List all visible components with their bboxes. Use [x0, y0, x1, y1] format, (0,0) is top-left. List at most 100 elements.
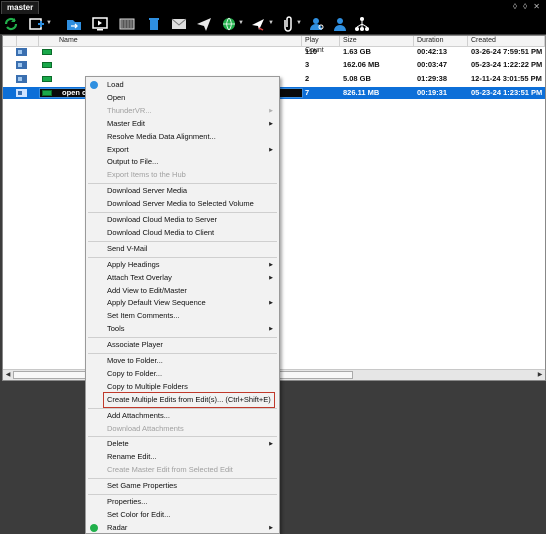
toolbar: ▼ ▼ ▼ ▼: [0, 14, 546, 34]
menu-item-tools[interactable]: Tools ▶: [86, 323, 279, 335]
column-header-duration[interactable]: Duration: [414, 36, 468, 46]
menu-separator: [88, 256, 277, 258]
menu-item-set-game-properties[interactable]: Set Game Properties: [86, 480, 279, 492]
menu-item-rename-edit[interactable]: Rename Edit...: [86, 451, 279, 463]
duration-cell: 01:29:38: [417, 74, 448, 83]
menu-item-open[interactable]: Open: [86, 92, 279, 104]
menu-item-move-to-folder[interactable]: Move to Folder...: [86, 355, 279, 367]
menu-item-label: Send V-Mail: [107, 243, 148, 253]
menu-item-associate-player[interactable]: Associate Player: [86, 339, 279, 351]
menu-item-add-attachments[interactable]: Add Attachments...: [86, 410, 279, 422]
chevron-down-icon[interactable]: ▼: [268, 20, 274, 26]
menu-separator: [88, 240, 277, 242]
tab-master[interactable]: master: [1, 1, 40, 14]
play-count-cell: 3: [305, 60, 310, 69]
submenu-arrow-icon: ▶: [269, 524, 273, 531]
menu-item-label: Copy to Multiple Folders: [107, 381, 188, 391]
menu-item-label: Copy to Folder...: [107, 368, 163, 378]
menu-item-radar[interactable]: Radar ▶: [86, 522, 279, 534]
size-cell: 5.08 GB: [343, 74, 371, 83]
duration-cell: 00:42:13: [417, 47, 448, 56]
column-header-icon[interactable]: [3, 36, 17, 46]
menu-item-copy-to-multiple-folders[interactable]: Copy to Multiple Folders: [86, 381, 279, 393]
scroll-left-button[interactable]: ◀: [3, 370, 13, 380]
chevron-down-icon[interactable]: ▼: [296, 20, 302, 26]
menu-item-add-view-to-edit-master[interactable]: Add View to Edit/Master: [86, 285, 279, 297]
menu-item-copy-to-folder[interactable]: Copy to Folder...: [86, 368, 279, 380]
name-cell: [59, 59, 299, 71]
menu-item-download-cloud-media-to-client[interactable]: Download Cloud Media to Client: [86, 227, 279, 239]
scroll-right-button[interactable]: ▶: [535, 370, 545, 380]
menu-item-create-multiple-edits-from-edit-s-ctrl-shift-e[interactable]: Create Multiple Edits from Edit(s)... (C…: [86, 391, 279, 408]
menu-item-delete[interactable]: Delete ▶: [86, 438, 279, 450]
menu-item-properties[interactable]: Properties...: [86, 496, 279, 508]
menu-item-export[interactable]: Export ▶: [86, 144, 279, 156]
web-icon[interactable]: [221, 16, 237, 32]
menu-item-resolve-media-data-alignment[interactable]: Resolve Media Data Alignment...: [86, 131, 279, 143]
menu-item-label: Download Attachments: [107, 423, 184, 433]
hierarchy-icon[interactable]: [354, 16, 370, 32]
user-icon[interactable]: [332, 16, 348, 32]
menu-item-apply-headings[interactable]: Apply Headings ▶: [86, 259, 279, 271]
player-icon[interactable]: [92, 16, 108, 32]
menu-item-apply-default-view-sequence[interactable]: Apply Default View Sequence ▶: [86, 297, 279, 309]
send-icon[interactable]: [196, 16, 212, 32]
table-row[interactable]: 3 162.06 MB 00:03:47 05-23-24 1:22:22 PM: [3, 59, 545, 71]
menu-separator: [88, 494, 277, 495]
user-search-icon[interactable]: [309, 16, 325, 32]
menu-item-create-master-edit-from-selected-edit: Create Master Edit from Selected Edit: [86, 464, 279, 476]
created-cell: 03-26-24 7:59:51 PM: [471, 47, 543, 56]
menu-item-output-to-file[interactable]: Output to File...: [86, 156, 279, 168]
menu-item-label: Properties...: [107, 497, 148, 506]
trash-icon[interactable]: [146, 16, 162, 32]
menu-item-label: Resolve Media Data Alignment...: [107, 131, 216, 141]
chevron-down-icon[interactable]: ▼: [238, 20, 244, 26]
mail-icon[interactable]: [171, 16, 187, 32]
menu-item-set-color-for-edit[interactable]: Set Color for Edit...: [86, 509, 279, 521]
menu-item-download-server-media-to-selected-volume[interactable]: Download Server Media to Selected Volume: [86, 198, 279, 210]
window-controls[interactable]: ◊ ◊ ✕: [513, 0, 542, 14]
green-status-icon: [42, 62, 52, 68]
menu-item-download-cloud-media-to-server[interactable]: Download Cloud Media to Server: [86, 214, 279, 226]
green-status-icon: [42, 76, 52, 82]
menu-item-label: Download Server Media: [107, 186, 188, 196]
menu-item-send-v-mail[interactable]: Send V-Mail: [86, 243, 279, 255]
title-bar: master ◊ ◊ ✕: [0, 0, 546, 14]
menu-item-set-item-comments[interactable]: Set Item Comments...: [86, 310, 279, 322]
menu-item-label: ThunderVR...: [107, 105, 152, 115]
created-cell: 05-23-24 1:22:22 PM: [471, 60, 543, 69]
menu-item-label: Apply Default View Sequence: [107, 298, 206, 308]
menu-item-master-edit[interactable]: Master Edit ▶: [86, 118, 279, 130]
new-playlist-icon[interactable]: [29, 16, 45, 32]
chevron-down-icon[interactable]: ▼: [46, 20, 52, 26]
menu-item-label: Delete: [107, 439, 129, 449]
menu-item-thundervr: ThunderVR... ▶: [86, 105, 279, 117]
column-header-size[interactable]: Size: [340, 36, 414, 46]
import-icon[interactable]: [66, 16, 82, 32]
film-strip-icon[interactable]: [119, 16, 135, 32]
green-status-icon: [42, 90, 52, 96]
column-header-name[interactable]: Name: [39, 36, 302, 46]
submenu-arrow-icon: ▶: [269, 300, 273, 307]
menu-item-label: Set Game Properties: [107, 481, 178, 491]
menu-item-attach-text-overlay[interactable]: Attach Text Overlay ▶: [86, 272, 279, 284]
context-menu: Load Open ThunderVR... ▶ Master Edit ▶ Resolve…: [85, 76, 280, 534]
telestrator-icon[interactable]: [250, 16, 266, 32]
table-row[interactable]: 110 1.63 GB 00:42:13 03-26-24 7:59:51 PM: [3, 46, 545, 58]
menu-item-label: Add Attachments...: [107, 410, 170, 420]
menu-item-download-server-media[interactable]: Download Server Media: [86, 185, 279, 197]
video-file-icon: [16, 89, 27, 97]
play-count-cell: 2: [305, 74, 310, 83]
submenu-arrow-icon: ▶: [269, 107, 273, 114]
refresh-icon[interactable]: [3, 16, 19, 32]
menu-item-load[interactable]: Load: [86, 79, 279, 91]
play-count-cell: 7: [305, 88, 310, 97]
column-header-type[interactable]: [17, 36, 39, 46]
menu-separator: [88, 212, 277, 213]
column-header-created[interactable]: Created: [468, 36, 545, 46]
menu-item-label: Load: [107, 80, 124, 89]
attachment-icon[interactable]: [280, 16, 296, 32]
column-header-play-count[interactable]: Play Count: [302, 36, 340, 54]
menu-item-download-attachments: Download Attachments: [86, 423, 279, 435]
video-file-icon: [16, 48, 27, 56]
